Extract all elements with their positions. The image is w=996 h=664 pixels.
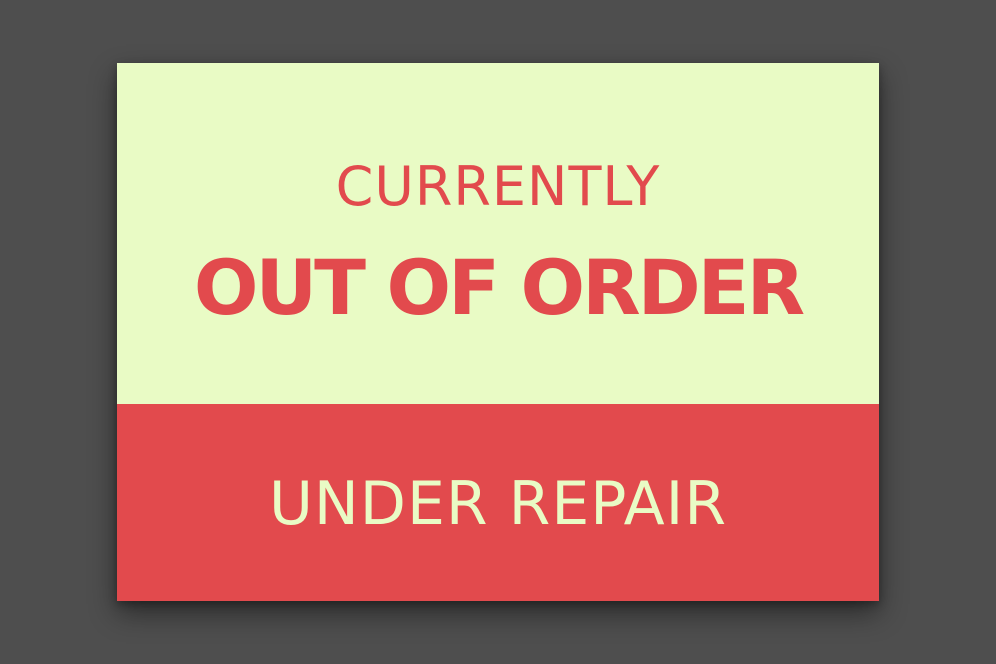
sign-bottom-panel: UNDER REPAIR <box>117 404 879 601</box>
sign-line-out-of-order: OUT OF ORDER <box>193 243 805 332</box>
sign-line-currently: CURRENTLY <box>335 155 661 218</box>
out-of-order-sign: CURRENTLY OUT OF ORDER UNDER REPAIR <box>117 63 879 601</box>
sign-top-panel: CURRENTLY OUT OF ORDER <box>117 63 879 404</box>
sign-line-under-repair: UNDER REPAIR <box>268 469 728 539</box>
